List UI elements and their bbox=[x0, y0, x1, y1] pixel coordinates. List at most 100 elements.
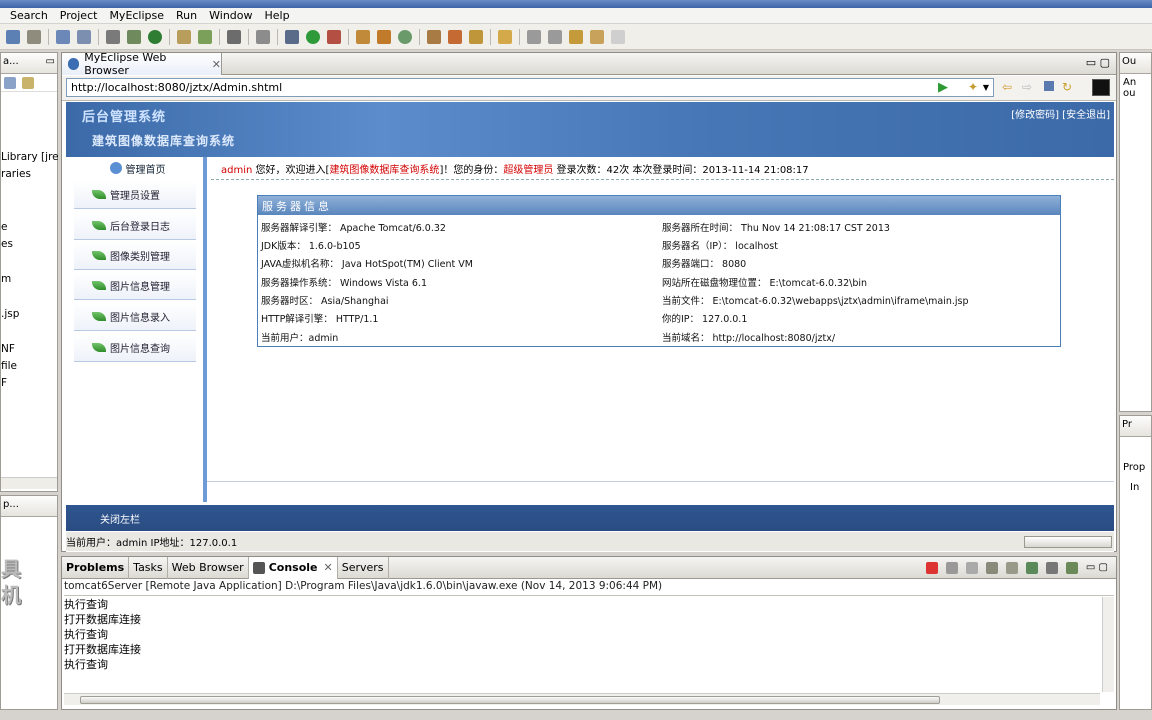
left-bottom-tab[interactable]: p... bbox=[1, 496, 57, 517]
new-icon[interactable] bbox=[6, 29, 20, 44]
link-editor-icon[interactable] bbox=[22, 77, 34, 89]
new-class-icon[interactable] bbox=[377, 29, 391, 44]
favorites-icon[interactable]: ✦ bbox=[968, 80, 978, 94]
display-console-icon[interactable] bbox=[1045, 561, 1058, 574]
sidebar-item-admin-settings[interactable]: 管理员设置 bbox=[74, 181, 196, 209]
deploy-icon[interactable] bbox=[56, 29, 70, 44]
menu-myeclipse[interactable]: MyEclipse bbox=[103, 9, 170, 22]
new-interface-icon[interactable] bbox=[398, 29, 412, 44]
back-icon[interactable] bbox=[590, 29, 604, 44]
open-icon[interactable] bbox=[177, 29, 191, 44]
sidebar-item-category-manage[interactable]: 图像类别管理 bbox=[74, 242, 196, 270]
search-icon[interactable] bbox=[498, 29, 512, 44]
refresh-icon[interactable] bbox=[198, 29, 212, 44]
menu-window[interactable]: Window bbox=[203, 9, 258, 22]
sidebar-item-login-log[interactable]: 后台登录日志 bbox=[74, 212, 196, 240]
vertical-scrollbar[interactable] bbox=[1102, 597, 1114, 692]
header-links[interactable]: [修改密码] [安全退出] bbox=[1011, 106, 1110, 121]
main-content: admin 您好，欢迎进入[建筑图像数据库查询系统]！您的身份：超级管理员 登录… bbox=[211, 157, 1114, 502]
close-icon[interactable]: ✕ bbox=[212, 58, 221, 71]
globe-icon[interactable] bbox=[148, 29, 162, 44]
forward-icon[interactable]: ⇨ bbox=[1022, 80, 1032, 94]
remove-all-icon[interactable] bbox=[965, 561, 978, 574]
tree-item[interactable]: Library [jre bbox=[1, 151, 59, 163]
sidebar-item-image-entry[interactable]: 图片信息录入 bbox=[74, 303, 196, 331]
home-icon bbox=[109, 162, 122, 174]
scroll-lock-icon[interactable] bbox=[1005, 561, 1018, 574]
leaf-icon bbox=[92, 281, 106, 290]
tab-tasks[interactable]: Tasks bbox=[129, 556, 168, 579]
tab-console-label: Console bbox=[268, 561, 318, 574]
package-explorer-tab[interactable]: a... ▭ bbox=[1, 53, 57, 74]
outline-tab[interactable]: Ou bbox=[1120, 53, 1151, 74]
url-input[interactable]: http://localhost:8080/jztx/Admin.shtml ▼ bbox=[66, 78, 994, 97]
tree-item[interactable]: e bbox=[1, 221, 7, 233]
folder-icon[interactable] bbox=[469, 29, 483, 44]
minimize-icon[interactable]: ▭ bbox=[46, 56, 55, 70]
tab-problems[interactable]: Problems bbox=[62, 556, 130, 579]
url-text[interactable]: http://localhost:8080/jztx/Admin.shtml bbox=[71, 81, 282, 94]
menu-project[interactable]: Project bbox=[54, 9, 104, 22]
stop-icon[interactable] bbox=[1044, 81, 1054, 91]
prev-annotation-icon[interactable] bbox=[548, 29, 562, 44]
left-bottom-tab-label[interactable]: p... bbox=[3, 499, 19, 510]
package-explorer-tab-label[interactable]: a... bbox=[3, 56, 19, 70]
horizontal-scrollbar[interactable] bbox=[64, 693, 1100, 705]
close-sidebar-label[interactable]: 关闭左栏 bbox=[100, 511, 140, 526]
properties-tab[interactable]: Pr bbox=[1120, 416, 1151, 437]
close-icon[interactable]: ✕ bbox=[324, 561, 333, 574]
run-external-icon[interactable] bbox=[327, 29, 341, 44]
forward-icon[interactable] bbox=[611, 29, 625, 44]
sidebar-home[interactable]: 管理首页 bbox=[68, 157, 207, 179]
pin-console-icon[interactable] bbox=[1025, 561, 1038, 574]
new-package-icon[interactable] bbox=[356, 29, 370, 44]
menu-search[interactable]: Search bbox=[4, 9, 54, 22]
close-sidebar-bar[interactable]: 关闭左栏 bbox=[66, 505, 1114, 531]
wizard-icon[interactable] bbox=[127, 29, 141, 44]
run-icon[interactable] bbox=[306, 29, 320, 44]
build-icon[interactable] bbox=[106, 29, 120, 44]
tree-item[interactable]: .jsp bbox=[1, 308, 19, 320]
tree-item[interactable]: es bbox=[1, 238, 13, 250]
tree-item[interactable]: raries bbox=[1, 168, 31, 180]
console-icon[interactable] bbox=[227, 29, 241, 44]
tab-servers[interactable]: Servers bbox=[338, 556, 389, 579]
open-type-icon[interactable] bbox=[427, 29, 441, 44]
open-resource-icon[interactable] bbox=[448, 29, 462, 44]
server-icon[interactable] bbox=[77, 29, 91, 44]
last-edit-icon[interactable] bbox=[569, 29, 583, 44]
next-annotation-icon[interactable] bbox=[527, 29, 541, 44]
scrollbar-thumb[interactable] bbox=[80, 696, 940, 704]
minimize-icon[interactable]: ▭ ▢ bbox=[1086, 562, 1108, 574]
refresh-icon[interactable]: ↻ bbox=[1062, 80, 1072, 94]
maximize-icon[interactable]: ▭ ▢ bbox=[1086, 56, 1110, 69]
tree-item[interactable]: NF bbox=[1, 343, 15, 355]
menu-run[interactable]: Run bbox=[170, 9, 203, 22]
sidebar-item-image-query[interactable]: 图片信息查询 bbox=[74, 334, 196, 362]
web-browser-tab[interactable]: MyEclipse Web Browser ✕ bbox=[62, 51, 222, 77]
tab-web-browser[interactable]: Web Browser bbox=[168, 556, 249, 579]
tree-item[interactable]: file bbox=[1, 360, 17, 372]
properties-tab-label[interactable]: Pr bbox=[1122, 419, 1132, 430]
outline-tab-label[interactable]: Ou bbox=[1122, 56, 1136, 67]
terminate-icon[interactable] bbox=[925, 561, 938, 574]
go-icon[interactable]: ▶ bbox=[938, 80, 948, 95]
view-menu-icon[interactable] bbox=[1092, 79, 1110, 96]
sidebar-item-image-manage[interactable]: 图片信息管理 bbox=[74, 272, 196, 300]
save-icon[interactable] bbox=[27, 29, 41, 44]
tab-console[interactable]: Console ✕ bbox=[248, 556, 338, 579]
menu-help[interactable]: Help bbox=[259, 9, 296, 22]
tree-item[interactable]: m bbox=[1, 273, 11, 285]
chevron-down-icon[interactable]: ▼ bbox=[983, 83, 989, 92]
open-console-icon[interactable] bbox=[1065, 561, 1078, 574]
toolbar-separator bbox=[348, 28, 349, 45]
tree-item[interactable]: F bbox=[1, 377, 7, 389]
terminal-icon[interactable] bbox=[256, 29, 270, 44]
clear-console-icon[interactable] bbox=[985, 561, 998, 574]
properties-item[interactable]: In bbox=[1130, 482, 1139, 493]
remove-launch-icon[interactable] bbox=[945, 561, 958, 574]
debug-icon[interactable] bbox=[285, 29, 299, 44]
collapse-all-icon[interactable] bbox=[4, 77, 16, 89]
horizontal-scrollbar[interactable] bbox=[1, 477, 57, 489]
back-icon[interactable]: ⇦ bbox=[1002, 80, 1012, 94]
